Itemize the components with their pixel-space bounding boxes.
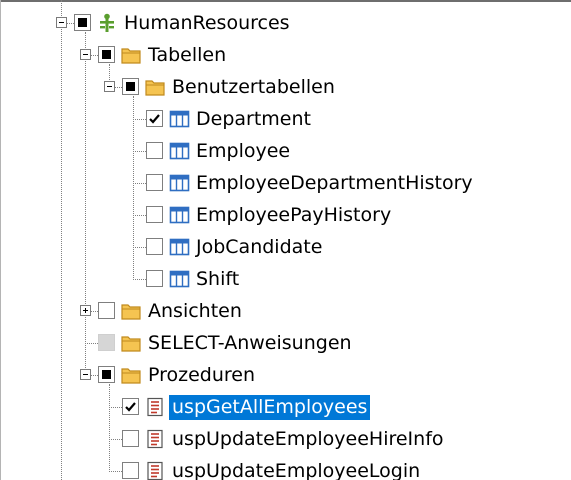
tree-node-department[interactable]: Department bbox=[0, 104, 571, 136]
table-icon bbox=[169, 205, 190, 225]
table-icon bbox=[169, 141, 190, 161]
schema-icon bbox=[97, 13, 118, 33]
table-icon bbox=[169, 109, 190, 129]
tree-node-uspupdateemployeehireinfo[interactable]: uspUpdateEmployeeHireInfo bbox=[0, 424, 571, 456]
node-label[interactable]: HumanResources bbox=[121, 11, 293, 36]
folder-icon bbox=[121, 301, 142, 321]
node-checkbox[interactable] bbox=[146, 110, 163, 127]
node-checkbox[interactable] bbox=[122, 78, 139, 95]
table-icon bbox=[169, 269, 190, 289]
table-icon bbox=[169, 173, 190, 193]
procedure-icon bbox=[145, 397, 166, 417]
node-checkbox[interactable] bbox=[122, 398, 139, 415]
tree-node-shift[interactable]: Shift bbox=[0, 264, 571, 296]
tree-node-humanresources[interactable]: HumanResources bbox=[0, 8, 571, 40]
node-checkbox[interactable] bbox=[146, 270, 163, 287]
node-label[interactable]: EmployeePayHistory bbox=[193, 203, 394, 228]
collapse-icon[interactable] bbox=[56, 17, 67, 28]
node-label[interactable]: Department bbox=[193, 107, 314, 132]
node-label[interactable]: Ansichten bbox=[145, 299, 245, 324]
database-object-tree[interactable]: HumanResources Tabellen Benutzertabellen De… bbox=[0, 0, 571, 480]
tree-node-ansichten[interactable]: Ansichten bbox=[0, 296, 571, 328]
tree-node-jobcandidate[interactable]: JobCandidate bbox=[0, 232, 571, 264]
node-label[interactable]: Employee bbox=[193, 139, 293, 164]
node-checkbox[interactable] bbox=[98, 46, 115, 63]
expand-icon[interactable] bbox=[80, 305, 91, 316]
node-label[interactable]: EmployeeDepartmentHistory bbox=[193, 171, 476, 196]
procedure-icon bbox=[145, 429, 166, 449]
node-checkbox[interactable] bbox=[146, 142, 163, 159]
tree-top-border bbox=[0, 0, 571, 2]
folder-icon bbox=[121, 333, 142, 353]
tree-node-employeepayhistory[interactable]: EmployeePayHistory bbox=[0, 200, 571, 232]
node-checkbox bbox=[98, 334, 115, 351]
node-label[interactable]: uspUpdateEmployeeHireInfo bbox=[169, 427, 447, 452]
node-label[interactable]: Shift bbox=[193, 267, 242, 292]
node-label[interactable]: Prozeduren bbox=[145, 363, 258, 388]
tree-node-select-anweisungen[interactable]: SELECT-Anweisungen bbox=[0, 328, 571, 360]
node-checkbox[interactable] bbox=[146, 206, 163, 223]
tree-node-employee[interactable]: Employee bbox=[0, 136, 571, 168]
node-checkbox[interactable] bbox=[98, 366, 115, 383]
node-label[interactable]: Tabellen bbox=[145, 43, 229, 68]
collapse-icon[interactable] bbox=[80, 369, 91, 380]
tree-node-benutzertabellen[interactable]: Benutzertabellen bbox=[0, 72, 571, 104]
node-checkbox[interactable] bbox=[146, 238, 163, 255]
node-checkbox[interactable] bbox=[122, 462, 139, 479]
folder-icon bbox=[145, 77, 166, 97]
node-label[interactable]: uspUpdateEmployeeLogin bbox=[169, 459, 423, 480]
tree-node-prozeduren[interactable]: Prozeduren bbox=[0, 360, 571, 392]
collapse-icon[interactable] bbox=[104, 81, 115, 92]
tree-node-uspgetallemployees[interactable]: uspGetAllEmployees bbox=[0, 392, 571, 424]
collapse-icon[interactable] bbox=[80, 49, 91, 60]
node-label[interactable]: uspGetAllEmployees bbox=[169, 395, 371, 420]
node-label[interactable]: Benutzertabellen bbox=[169, 75, 338, 100]
folder-icon bbox=[121, 365, 142, 385]
table-icon bbox=[169, 237, 190, 257]
procedure-icon bbox=[145, 461, 166, 480]
node-checkbox[interactable] bbox=[122, 430, 139, 447]
node-label[interactable]: SELECT-Anweisungen bbox=[145, 331, 355, 356]
node-checkbox[interactable] bbox=[74, 14, 91, 31]
tree-node-uspupdateemployeelogin[interactable]: uspUpdateEmployeeLogin bbox=[0, 456, 571, 480]
folder-icon bbox=[121, 45, 142, 65]
tree-node-employeedepartmenthistory[interactable]: EmployeeDepartmentHistory bbox=[0, 168, 571, 200]
node-checkbox[interactable] bbox=[146, 174, 163, 191]
tree-node-tabellen[interactable]: Tabellen bbox=[0, 40, 571, 72]
node-label[interactable]: JobCandidate bbox=[193, 235, 325, 260]
node-checkbox[interactable] bbox=[98, 302, 115, 319]
